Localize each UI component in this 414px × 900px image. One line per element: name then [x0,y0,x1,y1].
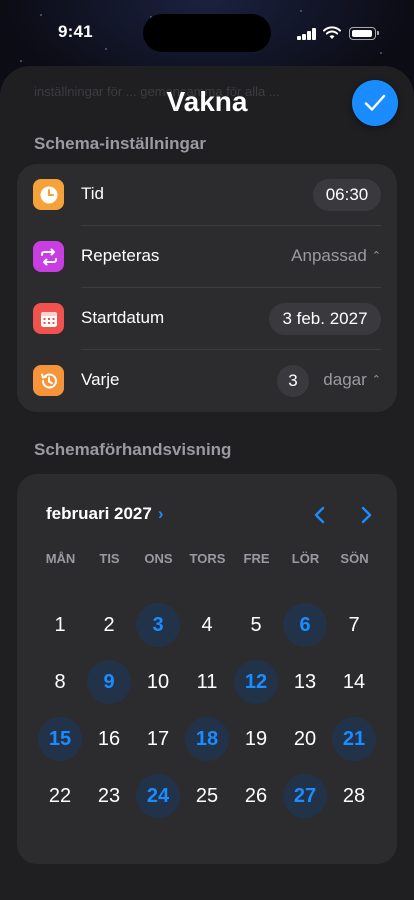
calendar-day[interactable]: 7 [332,603,376,647]
calendar-day-scheduled[interactable]: 6 [283,603,327,647]
calendar-day[interactable]: 5 [234,603,278,647]
interval-unit: dagar [323,370,367,389]
calendar-day[interactable]: 25 [185,774,229,818]
calendar-day[interactable]: 22 [38,774,82,818]
next-month-button[interactable] [355,504,377,526]
start-date-button[interactable]: 3 feb. 2027 [269,303,381,335]
history-icon [33,365,64,396]
weekday-label: LÖR [291,551,320,566]
calendar-day[interactable]: 20 [283,717,327,761]
interval-unit-menu[interactable]: dagar ⌃ [323,370,381,390]
repeat-label: Repeteras [81,246,160,265]
interval-label: Varje [81,370,120,389]
repeat-row[interactable]: Repeteras Anpassad ⌃ [17,226,397,288]
calendar-day[interactable]: 28 [332,774,376,818]
interval-number-field[interactable]: 3 [277,365,309,397]
interval-row[interactable]: Varje 3 dagar ⌃ [17,350,397,412]
calendar-day-scheduled[interactable]: 9 [87,660,131,704]
time-value-button[interactable]: 06:30 [313,179,381,211]
month-label: februari 2027 [46,504,152,523]
calendar-day[interactable]: 13 [283,660,327,704]
start-date-label: Startdatum [81,308,165,327]
weekday-label: ONS [144,551,173,566]
month-picker-button[interactable]: februari 2027 › [46,504,164,524]
chevron-right-small-icon: › [157,504,164,523]
calendar-day[interactable]: 23 [87,774,131,818]
calendar-day[interactable]: 4 [185,603,229,647]
calendar-day[interactable]: 17 [136,717,180,761]
start-date-row[interactable]: Startdatum 3 feb. 2027 [17,288,397,350]
calendar-day-scheduled[interactable]: 12 [234,660,278,704]
calendar-day-scheduled[interactable]: 15 [38,717,82,761]
calendar-day[interactable]: 10 [136,660,180,704]
calendar-day[interactable]: 14 [332,660,376,704]
clock-icon [33,179,64,210]
calendar-day-scheduled[interactable]: 3 [136,603,180,647]
calendar-day[interactable]: 1 [38,603,82,647]
weekday-label: TIS [99,551,120,566]
weekday-label: SÖN [340,551,369,566]
schedule-settings-card: Tid 06:30 Repeteras Anpassad ⌃ Startdatu… [17,164,397,412]
previous-month-button[interactable] [309,504,331,526]
dynamic-island [143,14,271,52]
calendar-icon [33,303,64,334]
repeat-icon [33,241,64,272]
weekday-label: FRE [243,551,270,566]
calendar-day[interactable]: 16 [87,717,131,761]
calendar-day[interactable]: 2 [87,603,131,647]
cellular-signal-icon [297,28,317,40]
calendar-day[interactable]: 11 [185,660,229,704]
calendar-day[interactable]: 26 [234,774,278,818]
battery-icon [349,27,379,40]
weekday-label: TORS [189,551,226,566]
weekday-label: MÅN [45,551,76,566]
wifi-icon [323,26,341,39]
schedule-preview-heading: Schemaförhandsvisning [34,440,232,459]
time-row[interactable]: Tid 06:30 [17,164,397,226]
calendar-day-scheduled[interactable]: 18 [185,717,229,761]
repeat-menu[interactable]: Anpassad ⌃ [291,246,381,266]
schedule-settings-heading: Schema-inställningar [34,134,206,153]
calendar-day[interactable]: 19 [234,717,278,761]
calendar-day-scheduled[interactable]: 21 [332,717,376,761]
checkmark-icon [364,94,386,111]
chevron-up-down-icon: ⌃ [371,374,381,386]
schedule-preview-calendar: februari 2027 › MÅN TIS ONS TORS FRE LÖR SÖN 12… [17,474,397,864]
calendar-day[interactable]: 8 [38,660,82,704]
repeat-value: Anpassad [291,246,367,265]
calendar-day-scheduled[interactable]: 24 [136,774,180,818]
status-bar: 9:41 [0,0,414,54]
done-button[interactable] [352,80,398,126]
chevron-up-down-icon: ⌃ [371,250,381,262]
edit-schedule-sheet: inställningar för ... gemensamma för all… [0,66,414,900]
time-label: Tid [81,184,104,203]
status-time: 9:41 [58,22,93,41]
calendar-day-scheduled[interactable]: 27 [283,774,327,818]
